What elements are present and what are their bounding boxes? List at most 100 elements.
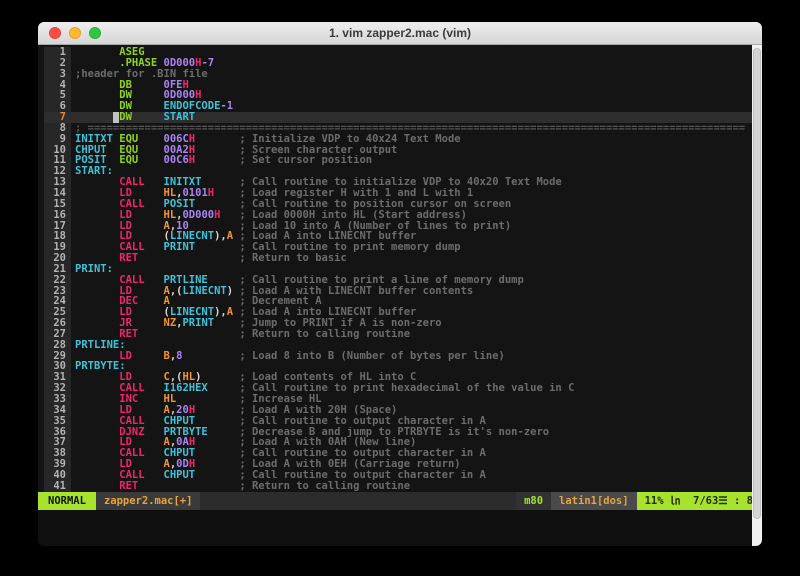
token: I162HEX — [163, 383, 208, 394]
window-titlebar[interactable]: 1. vim zapper2.mac (vim) — [38, 22, 762, 45]
code-line: 18 LD (LINECNT),A; Load A into LINECNT buf… — [44, 231, 762, 243]
operand-column: ENDOFCODE-1 — [164, 101, 240, 112]
line-text: LD (LINECNT),A; Load A into LINECNT buffe… — [71, 307, 762, 318]
code-line: 40 CALL CHPUT ; Call routine to output char… — [44, 469, 762, 481]
vim-terminal: 1 ASEG 2 .PHASE 0D000H-7 3 ;header for .BIN fi… — [38, 45, 762, 546]
operand-column: 00A2H — [164, 145, 240, 156]
token: ; Load contents of HL into C — [239, 372, 417, 384]
line-number: 12 — [44, 166, 71, 178]
zoom-button[interactable] — [89, 27, 101, 39]
operand-column: PRTLINE — [164, 275, 240, 286]
line-text: INC HL ; Increase HL — [71, 394, 762, 405]
line-number: 32 — [44, 383, 71, 394]
opcode-column: LD — [119, 210, 163, 221]
filetype-label: m80 — [516, 491, 552, 510]
opcode-column: RET — [119, 253, 163, 264]
token: ; Load 10 into A (Number of lines to pri… — [239, 220, 512, 232]
code-line: 23 LD A,(LINECNT); Load A with LINECNT buf… — [44, 285, 762, 297]
token: POSIT — [163, 198, 196, 210]
line-text: LD A,10; Load 10 into A (Number of lines … — [71, 221, 762, 232]
token: DW — [119, 112, 132, 123]
token: HL — [163, 187, 177, 199]
opcode-column: CALL — [119, 275, 163, 286]
token: EQU — [119, 133, 139, 145]
line-number: 17 — [44, 220, 71, 232]
line-number: 18 — [44, 231, 71, 243]
token: ; Call routine to print a line of memory… — [239, 274, 524, 286]
code-line: 33 INC HL ; Increase HL — [44, 394, 762, 405]
operand-column: I162HEX — [164, 383, 240, 394]
opcode-column: LD — [119, 221, 163, 232]
token: INC — [119, 394, 139, 405]
operand-column: INITXT — [164, 177, 240, 188]
line-text: CALL PRTLINE ; Call routine to print a lin… — [71, 275, 762, 286]
code-buffer[interactable]: 1 ASEG 2 .PHASE 0D000H-7 3 ;header for .BIN fi… — [38, 45, 762, 492]
line-text: PRTLINE: — [71, 340, 762, 351]
line-number: 15 — [44, 198, 71, 210]
opcode-column: LD — [119, 307, 163, 318]
token: ; Increase HL — [239, 394, 322, 405]
opcode-column: LD — [119, 188, 163, 199]
token: ; Call routine to output character in A — [239, 415, 486, 427]
code-line: 16 LD HL,0D000H; Load 0000H into HL (Start… — [44, 209, 762, 221]
token: START — [163, 112, 196, 123]
line-text: LD A,20H; Load A with 20H (Space) — [71, 405, 762, 416]
line-number: 16 — [44, 209, 71, 221]
token: DW — [119, 90, 132, 102]
opcode-column: EQU — [119, 134, 163, 145]
code-line: 9 INITXT EQU 006CH; Initialize VDP to 40x24… — [44, 133, 762, 145]
cursor-block — [112, 112, 120, 123]
minimize-button[interactable] — [69, 27, 81, 39]
airline-statusbar: NORMAL zapper2.mac[+] m80 latin1[dos] 11… — [38, 491, 762, 510]
line-number: 36 — [44, 426, 71, 438]
code-line: 19 CALL PRINT ; Call routine to print memor… — [44, 242, 762, 254]
code-line: 34 LD A,20H; Load A with 20H (Space) — [44, 404, 762, 416]
token: HL — [182, 372, 196, 384]
filename-label: zapper2.mac[+] — [103, 494, 193, 507]
token: ; Load 8 into B (Number of bytes per lin… — [239, 350, 505, 362]
line-number: 8 — [44, 122, 71, 134]
token: RET — [119, 328, 139, 340]
line-text: LD A,0AH; Load A with 0AH (New line) — [71, 437, 762, 448]
line-text: POSIT EQU 00C6H; Set cursor position — [71, 155, 762, 166]
operand-column: START — [164, 112, 240, 123]
code-line: 14 LD HL,0101H; Load register H with 1 and… — [44, 187, 762, 199]
operand-column: 0D000H — [164, 90, 240, 101]
token: 0A — [176, 437, 189, 449]
line-number: 28 — [44, 339, 71, 351]
token: CHPUT — [163, 469, 196, 481]
close-button[interactable] — [49, 27, 61, 39]
token: LD — [119, 231, 132, 243]
code-line: 39 LD A,0DH; Load A with 0EH (Carriage ret… — [44, 459, 762, 470]
line-number: 33 — [44, 394, 71, 405]
token: LD — [119, 350, 132, 362]
token: START: — [75, 166, 113, 178]
operand-column: A,(LINECNT) — [164, 286, 240, 297]
token: CALL — [119, 177, 145, 188]
token: LD — [119, 404, 132, 416]
code-line: 21 PRINT: — [44, 263, 762, 275]
line-text: CALL CHPUT ; Call routine to output charac… — [71, 470, 762, 481]
token: INITXT — [75, 133, 113, 145]
line-text: JR NZ,PRINT; Jump to PRINT if A is non-ze… — [71, 318, 762, 329]
opcode-column: LD — [119, 372, 163, 383]
token: LINECNT — [169, 231, 215, 243]
scrollbar-track[interactable] — [752, 45, 762, 546]
opcode-column: CALL — [119, 383, 163, 394]
line-number: 35 — [44, 415, 71, 427]
scrollbar-thumb[interactable] — [753, 48, 761, 519]
token: ASEG — [119, 47, 145, 58]
token: ; Load A into LINECNT buffer — [239, 307, 417, 319]
line-number: 26 — [44, 318, 71, 329]
line-number: 13 — [44, 177, 71, 188]
operand-column: A,10 — [164, 221, 240, 232]
code-line: 4 DB 0FEH — [44, 79, 762, 91]
opcode-column: DW — [119, 90, 163, 101]
code-line: 25 LD (LINECNT),A; Load A into LINECNT buf… — [44, 307, 762, 319]
command-line[interactable] — [38, 509, 762, 546]
token: H — [195, 90, 202, 102]
line-text: LD HL,0101H; Load register H with 1 and L… — [71, 188, 762, 199]
window-title: 1. vim zapper2.mac (vim) — [328, 26, 472, 40]
token: H — [188, 155, 196, 167]
token: LD — [119, 220, 132, 232]
